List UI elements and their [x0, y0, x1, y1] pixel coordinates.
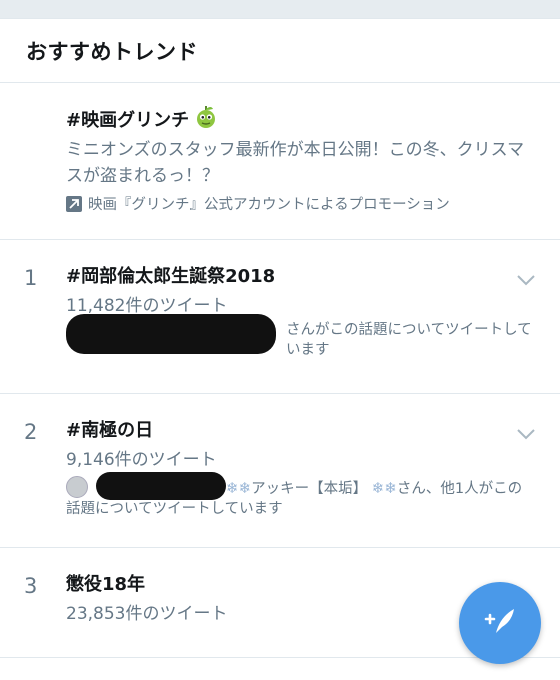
trend-context-text: さんがこの話題についてツイートしています — [286, 322, 532, 358]
trends-card: おすすめトレンド #映画グリンチ ミニオンズのスタッフ最新作が本日公開！この冬、… — [0, 18, 560, 680]
promoted-arrow-icon — [66, 195, 82, 212]
trends-header: おすすめトレンド — [0, 19, 560, 83]
trend-rank: 1 — [24, 266, 38, 290]
trend-item-2[interactable]: 2 #南極の日 9,146件のツイート ❄❄アッキー【本垢】 ❄❄さん、他1人が… — [0, 394, 560, 548]
promoted-by-text: 映画『グリンチ』公式アカウントによるプロモーション — [88, 197, 450, 213]
snowflake-icon: ❄❄ — [371, 479, 397, 497]
redacted-user-block — [96, 472, 226, 500]
trend-context: ❄❄アッキー【本垢】 ❄❄さん、他1人がこの話題についてツイートしています — [66, 472, 536, 519]
trend-context-name: アッキー【本垢】 — [251, 481, 368, 497]
promoted-trend-name-row: #映画グリンチ — [66, 105, 536, 137]
promoted-trend-description: ミニオンズのスタッフ最新作が本日公開！この冬、クリスマスが盗まれるっ！？ — [66, 140, 525, 186]
trend-rank: 3 — [24, 574, 38, 598]
grinch-emoji-icon — [195, 105, 217, 137]
trend-name: 懲役18年 — [66, 574, 146, 595]
trend-context: さんがこの話題についてツイートしています — [66, 314, 536, 360]
trend-name: #岡部倫太郎生誕祭2018 — [66, 266, 276, 287]
snowflake-icon: ❄❄ — [226, 479, 252, 497]
redacted-user-block — [66, 314, 276, 354]
chevron-down-icon[interactable] — [516, 272, 536, 286]
compose-tweet-icon — [482, 603, 518, 643]
trend-tweet-count: 9,146件のツイート — [66, 450, 217, 470]
trend-name: #南極の日 — [66, 420, 154, 441]
trends-title: おすすめトレンド — [26, 39, 198, 64]
avatar — [66, 476, 88, 498]
promoted-by-line[interactable]: 映画『グリンチ』公式アカウントによるプロモーション — [66, 193, 536, 214]
promoted-trend[interactable]: #映画グリンチ ミニオンズのスタッフ最新作が本日公開！この冬、クリスマスが盗まれ… — [0, 83, 560, 240]
compose-tweet-button[interactable] — [459, 582, 541, 664]
chevron-down-icon[interactable] — [516, 426, 536, 440]
trend-item-1[interactable]: 1 #岡部倫太郎生誕祭2018 11,482件のツイート さんがこの話題について… — [0, 240, 560, 394]
trend-rank: 2 — [24, 420, 38, 444]
promoted-trend-name: #映画グリンチ — [66, 110, 190, 131]
